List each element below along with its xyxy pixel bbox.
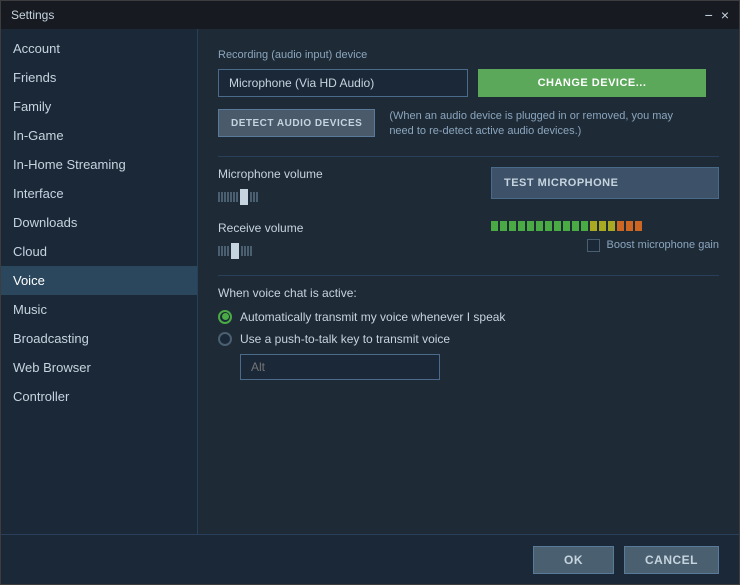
- vu-bar-5: [527, 221, 534, 231]
- vu-bar-17: [635, 221, 642, 231]
- recv-slider-track[interactable]: [218, 243, 491, 259]
- recv-vol-label: Receive volume: [218, 221, 491, 235]
- tick-5: [230, 192, 232, 202]
- sidebar-item-downloads[interactable]: Downloads: [1, 208, 197, 237]
- radio-auto-transmit[interactable]: [218, 310, 232, 324]
- rtick-8: [250, 246, 252, 256]
- sidebar-item-broadcasting[interactable]: Broadcasting: [1, 324, 197, 353]
- vu-bar-15: [617, 221, 624, 231]
- mic-vol-label: Microphone volume: [218, 167, 491, 181]
- detect-note: (When an audio device is plugged in or r…: [389, 109, 689, 140]
- vu-bar-14: [608, 221, 615, 231]
- detect-row: DETECT AUDIO DEVICES (When an audio devi…: [218, 109, 719, 140]
- main-area: Account Friends Family In-Game In-Home S…: [1, 29, 739, 534]
- recv-slider-thumb[interactable]: [231, 243, 239, 259]
- vu-bar-13: [599, 221, 606, 231]
- vu-bar-2: [500, 221, 507, 231]
- vu-bar-3: [509, 221, 516, 231]
- vu-bar-1: [491, 221, 498, 231]
- tick-6: [233, 192, 235, 202]
- cancel-button[interactable]: CANCEL: [624, 546, 719, 574]
- vu-bar-4: [518, 221, 525, 231]
- tick-8: [250, 192, 252, 202]
- voice-chat-label: When voice chat is active:: [218, 286, 719, 300]
- ok-button[interactable]: OK: [533, 546, 614, 574]
- rtick-2: [221, 246, 223, 256]
- voice-chat-section: When voice chat is active: Automatically…: [218, 286, 719, 380]
- rtick-3: [224, 246, 226, 256]
- rtick-6: [244, 246, 246, 256]
- radio-ptt-label: Use a push-to-talk key to transmit voice: [240, 332, 450, 346]
- sidebar-item-music[interactable]: Music: [1, 295, 197, 324]
- device-input[interactable]: [218, 69, 468, 97]
- vu-bar-16: [626, 221, 633, 231]
- tick-3: [224, 192, 226, 202]
- mic-vol-right: TEST MICROPHONE: [491, 167, 719, 199]
- rtick-5: [241, 246, 243, 256]
- tick-10: [256, 192, 258, 202]
- mic-vol-left: Microphone volume: [218, 167, 491, 209]
- boost-checkbox[interactable]: [587, 239, 600, 252]
- test-microphone-button[interactable]: TEST MICROPHONE: [491, 167, 719, 199]
- minimize-button[interactable]: −: [705, 8, 713, 22]
- rtick-7: [247, 246, 249, 256]
- sidebar-item-webbrowser[interactable]: Web Browser: [1, 353, 197, 382]
- boost-row: Boost microphone gain: [587, 239, 719, 252]
- divider-2: [218, 275, 719, 276]
- sidebar: Account Friends Family In-Game In-Home S…: [1, 29, 198, 534]
- vu-bar-10: [572, 221, 579, 231]
- close-button[interactable]: ×: [721, 8, 729, 22]
- sidebar-item-voice[interactable]: Voice: [1, 266, 197, 295]
- tick-1: [218, 192, 220, 202]
- radio-row-2[interactable]: Use a push-to-talk key to transmit voice: [218, 332, 719, 346]
- keybind-input[interactable]: [240, 354, 440, 380]
- settings-window: Settings − × Account Friends Family In-G…: [0, 0, 740, 585]
- window-title: Settings: [11, 8, 54, 22]
- mic-slider-track[interactable]: [218, 189, 491, 205]
- microphone-volume-section: Microphone volume: [218, 167, 719, 209]
- titlebar-controls: − ×: [705, 8, 729, 22]
- receive-volume-section: Receive volume: [218, 221, 719, 263]
- recv-vol-left: Receive volume: [218, 221, 491, 263]
- sidebar-item-cloud[interactable]: Cloud: [1, 237, 197, 266]
- device-row: CHANGE DEVICE...: [218, 69, 719, 97]
- sidebar-item-controller[interactable]: Controller: [1, 382, 197, 411]
- rtick-4: [227, 246, 229, 256]
- vu-bar-11: [581, 221, 588, 231]
- vu-bar-9: [563, 221, 570, 231]
- recv-vol-right: Boost microphone gain: [491, 221, 719, 252]
- tick-9: [253, 192, 255, 202]
- vu-meter: [491, 221, 719, 231]
- vu-bar-7: [545, 221, 552, 231]
- mic-slider-thumb[interactable]: [240, 189, 248, 205]
- tick-7: [236, 192, 238, 202]
- vu-bar-8: [554, 221, 561, 231]
- tick-4: [227, 192, 229, 202]
- radio-row-1[interactable]: Automatically transmit my voice whenever…: [218, 310, 719, 324]
- recording-label: Recording (audio input) device: [218, 49, 719, 61]
- content-area: Recording (audio input) device CHANGE DE…: [198, 29, 739, 534]
- vu-bar-6: [536, 221, 543, 231]
- change-device-button[interactable]: CHANGE DEVICE...: [478, 69, 706, 97]
- sidebar-item-family[interactable]: Family: [1, 92, 197, 121]
- rtick-1: [218, 246, 220, 256]
- titlebar: Settings − ×: [1, 1, 739, 29]
- sidebar-item-ingame[interactable]: In-Game: [1, 121, 197, 150]
- sidebar-item-inhomestreaming[interactable]: In-Home Streaming: [1, 150, 197, 179]
- radio-auto-label: Automatically transmit my voice whenever…: [240, 310, 505, 324]
- vu-bar-12: [590, 221, 597, 231]
- detect-audio-button[interactable]: DETECT AUDIO DEVICES: [218, 109, 375, 137]
- sidebar-item-friends[interactable]: Friends: [1, 63, 197, 92]
- radio-push-to-talk[interactable]: [218, 332, 232, 346]
- footer: OK CANCEL: [1, 534, 739, 584]
- sidebar-item-interface[interactable]: Interface: [1, 179, 197, 208]
- boost-label: Boost microphone gain: [606, 239, 719, 251]
- sidebar-item-account[interactable]: Account: [1, 34, 197, 63]
- divider-1: [218, 156, 719, 157]
- tick-2: [221, 192, 223, 202]
